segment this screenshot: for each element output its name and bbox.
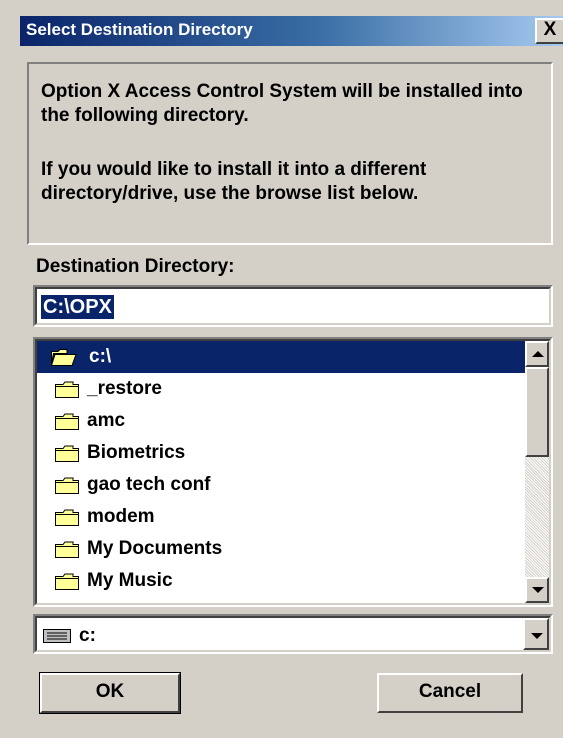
select-destination-dialog: Select Destination Directory X Option X … <box>0 0 563 738</box>
destination-path-input[interactable]: C:\OPX <box>33 285 553 327</box>
folder-icon <box>55 573 79 590</box>
hard-drive-icon <box>43 629 71 643</box>
arrow-up-icon <box>532 351 544 357</box>
folder-icon <box>55 509 79 526</box>
directory-item-label: modem <box>87 506 155 527</box>
directory-list[interactable]: My Music My Documents modem gao tech conf Bi… <box>33 337 553 607</box>
directory-item[interactable]: My Music <box>37 565 529 597</box>
scroll-up-button[interactable] <box>525 341 549 367</box>
directory-item[interactable]: Biometrics <box>37 437 529 469</box>
drive-select-value: c: <box>79 625 96 646</box>
scroll-down-button[interactable] <box>525 577 549 603</box>
folder-icon <box>55 413 79 430</box>
open-folder-icon <box>51 349 77 366</box>
directory-item[interactable]: modem <box>37 501 529 533</box>
directory-item[interactable]: _restore <box>37 373 529 405</box>
directory-list-scrollbar[interactable] <box>525 341 549 603</box>
destination-path-value: C:\OPX <box>41 295 114 319</box>
directory-item-label: gao tech conf <box>87 474 211 495</box>
chevron-down-icon <box>531 633 543 639</box>
info-text-install-location: Option X Access Control System will be i… <box>41 81 523 126</box>
drive-select[interactable]: c: <box>33 614 553 654</box>
close-button[interactable]: X <box>535 18 563 44</box>
destination-directory-label: Destination Directory: <box>36 256 235 277</box>
directory-item[interactable]: My Documents <box>37 533 529 565</box>
directory-item-label: My Documents <box>87 538 223 559</box>
folder-icon <box>55 445 79 462</box>
dialog-title: Select Destination Directory <box>26 20 253 39</box>
directory-item-partial[interactable] <box>37 597 529 603</box>
drive-dropdown-button[interactable] <box>523 618 549 650</box>
folder-icon <box>55 477 79 494</box>
folder-icon <box>55 541 79 558</box>
cancel-button[interactable]: Cancel <box>377 673 523 713</box>
info-text-browse-hint: If you would like to install it into a d… <box>41 159 427 204</box>
directory-item-label: Biometrics <box>87 442 186 463</box>
close-icon: X <box>543 19 557 40</box>
scroll-thumb[interactable] <box>525 367 549 457</box>
directory-item[interactable]: amc <box>37 405 529 437</box>
ok-button[interactable]: OK <box>40 673 180 713</box>
directory-item-selected[interactable]: c:\ <box>37 341 529 373</box>
directory-item-label: My Music <box>87 570 173 591</box>
directory-item-label: c:\ <box>89 346 112 367</box>
arrow-down-icon <box>532 587 544 593</box>
title-bar[interactable]: Select Destination Directory X <box>20 16 563 46</box>
info-panel: Option X Access Control System will be i… <box>27 62 553 245</box>
directory-item[interactable]: gao tech conf <box>37 469 529 501</box>
directory-item-label: amc <box>87 410 126 431</box>
directory-item-label: _restore <box>87 378 162 399</box>
folder-icon <box>55 381 79 398</box>
